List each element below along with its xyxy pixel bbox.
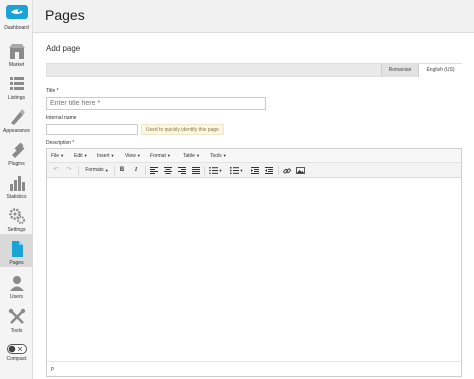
internal-name-hint: Used to quickly identify this page <box>141 124 224 135</box>
app: Dashboard Market Listings Appearance Plu… <box>0 0 474 379</box>
indent-icon[interactable] <box>263 165 274 176</box>
sidebar-item-users[interactable]: Users <box>0 268 33 301</box>
sidebar-item-statistics[interactable]: Statistics <box>0 168 33 201</box>
statistics-icon <box>7 173 27 193</box>
sidebar-item-market[interactable]: Market <box>0 36 33 69</box>
sidebar-item-appearance[interactable]: Appearance <box>0 102 33 135</box>
undo-icon[interactable]: ↶ <box>51 165 61 176</box>
link-icon[interactable] <box>281 165 292 176</box>
listings-icon <box>7 74 27 94</box>
numbered-list-icon[interactable]: ▼ <box>228 165 245 176</box>
align-left-icon[interactable] <box>148 165 159 176</box>
tools-icon <box>7 307 27 327</box>
sidebar-item-settings[interactable]: Settings <box>0 201 33 234</box>
description-label: Description * <box>46 140 75 146</box>
appearance-icon <box>7 107 27 127</box>
settings-icon <box>7 206 27 226</box>
internal-name-input[interactable] <box>46 124 138 135</box>
plugins-icon <box>7 140 27 160</box>
menu-file[interactable]: File▼ <box>51 149 64 163</box>
editor-menubar: File▼ Edit▼ Insert▼ View▼ Format▼ Table▼… <box>47 149 461 163</box>
sidebar-item-tools[interactable]: Tools <box>0 302 33 335</box>
sidebar-item-label: Appearance <box>3 128 30 134</box>
outdent-icon[interactable] <box>249 165 260 176</box>
menu-table[interactable]: Table▼ <box>183 149 200 163</box>
sidebar: Dashboard Market Listings Appearance Plu… <box>0 0 33 379</box>
sidebar-item-listings[interactable]: Listings <box>0 69 33 102</box>
image-icon[interactable] <box>295 165 306 176</box>
internal-name-label: Internal name <box>46 115 77 121</box>
sidebar-item-plugins[interactable]: Plugins <box>0 135 33 168</box>
market-icon <box>7 41 27 61</box>
sidebar-item-label: Market <box>8 62 25 68</box>
menu-edit[interactable]: Edit▼ <box>74 149 88 163</box>
sidebar-item-compact[interactable]: Compact <box>0 338 33 371</box>
form-heading: Add page <box>46 44 81 53</box>
title-label: Title * <box>46 88 59 94</box>
language-tabs: Romanian English (US) <box>46 63 462 77</box>
dashboard-icon <box>4 2 30 24</box>
sidebar-item-label: Users <box>9 294 24 300</box>
redo-icon[interactable]: ↷ <box>64 165 74 176</box>
align-right-icon[interactable] <box>176 165 187 176</box>
bullet-list-icon[interactable]: ▼ <box>207 165 224 176</box>
element-path[interactable]: p <box>51 366 54 372</box>
sidebar-item-label: Statistics <box>6 194 27 200</box>
sidebar-item-pages[interactable]: Pages <box>0 234 33 267</box>
sidebar-item-label: Tools <box>10 328 23 334</box>
tab-english-us[interactable]: English (US) <box>418 64 462 77</box>
rich-text-editor: File▼ Edit▼ Insert▼ View▼ Format▼ Table▼… <box>46 148 462 377</box>
formats-dropdown[interactable]: Formats ▼ <box>82 165 112 176</box>
sidebar-item-label: Settings <box>7 227 26 233</box>
bold-icon[interactable]: B <box>117 165 127 176</box>
sidebar-item-label: Dashboard <box>4 25 29 31</box>
tab-romanian[interactable]: Romanian <box>381 64 418 77</box>
title-input[interactable] <box>46 97 266 110</box>
menu-tools[interactable]: Tools▼ <box>210 149 227 163</box>
toggle-icon <box>6 343 27 355</box>
align-justify-icon[interactable] <box>190 165 201 176</box>
page-header: Pages <box>33 0 474 33</box>
menu-format[interactable]: Format▼ <box>150 149 171 163</box>
editor-toolbar: ↶ ↷ Formats ▼ B I ▼ ▼ <box>47 163 461 178</box>
pages-icon <box>7 239 27 259</box>
menu-view[interactable]: View▼ <box>125 149 141 163</box>
editor-statusbar: p <box>47 361 461 376</box>
sidebar-item-label: Compact <box>6 356 27 362</box>
menu-insert[interactable]: Insert▼ <box>97 149 114 163</box>
sidebar-item-label: Plugins <box>8 161 25 167</box>
sidebar-item-dashboard[interactable]: Dashboard <box>0 0 33 33</box>
align-center-icon[interactable] <box>162 165 173 176</box>
italic-icon[interactable]: I <box>131 165 141 176</box>
sidebar-item-label: Pages <box>9 260 24 266</box>
users-icon <box>7 273 27 293</box>
editor-content[interactable] <box>47 179 461 361</box>
page-title: Pages <box>45 7 85 23</box>
sidebar-item-label: Listings <box>8 95 25 101</box>
